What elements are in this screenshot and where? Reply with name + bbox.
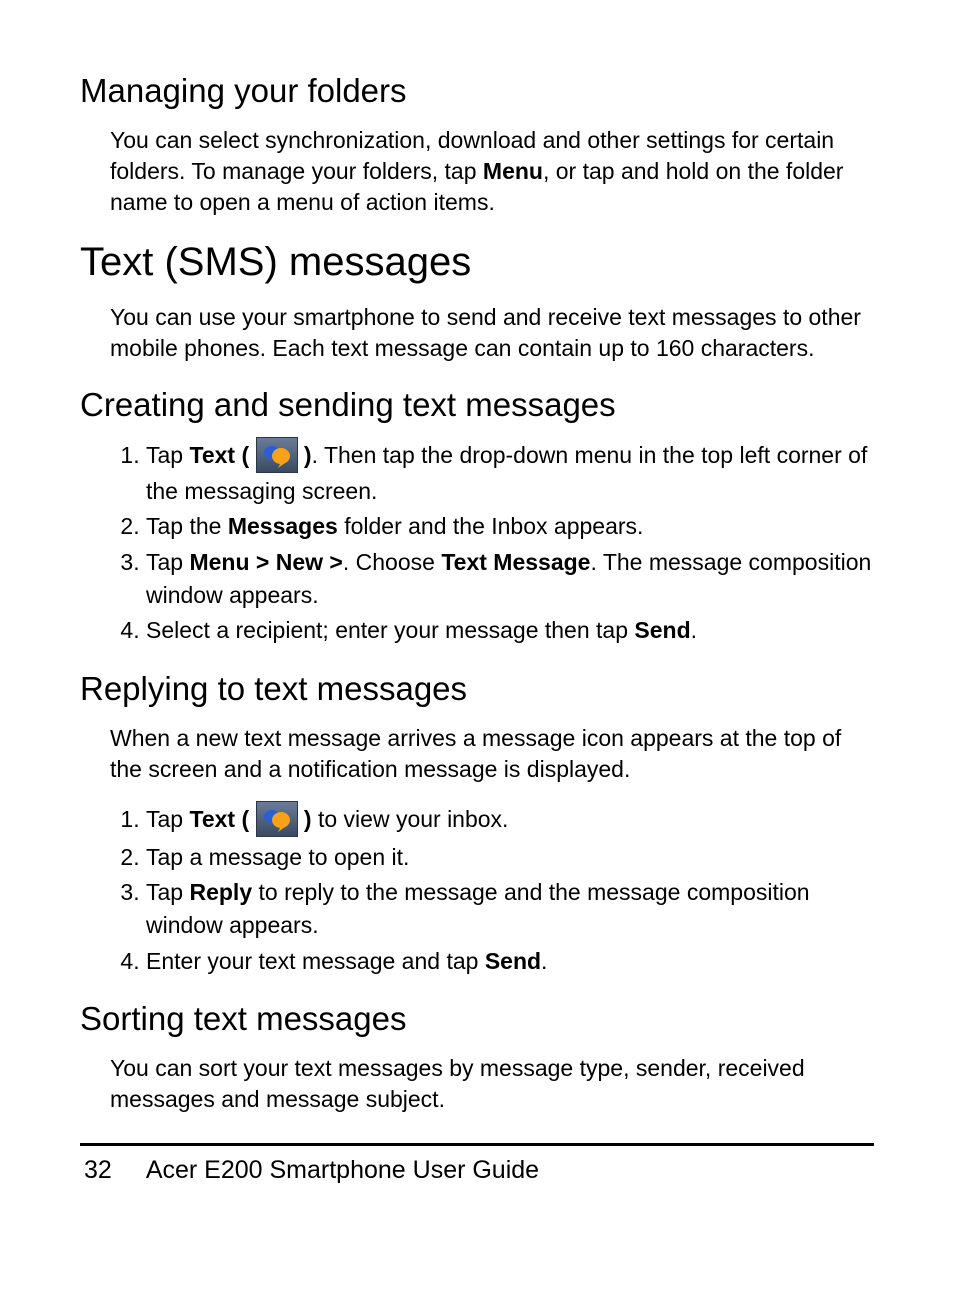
list-item: Tap Reply to reply to the message and th… (146, 876, 874, 943)
text: to view your inbox. (312, 806, 509, 832)
page-number: 32 (84, 1156, 112, 1184)
para-replying-intro: When a new text message arrives a messag… (110, 723, 874, 785)
para-sorting: You can sort your text messages by messa… (110, 1053, 874, 1115)
bold-text: Text ( (189, 806, 255, 832)
bold-messages: Messages (228, 513, 338, 539)
heading-creating-sending: Creating and sending text messages (80, 384, 874, 427)
text: folder and the Inbox appears. (338, 513, 644, 539)
text: . (541, 948, 547, 974)
page-footer: 32 Acer E200 Smartphone User Guide (80, 1154, 874, 1187)
para-managing-folders: You can select synchronization, download… (110, 125, 874, 218)
text: Select a recipient; enter your message t… (146, 617, 634, 643)
text: Tap (146, 442, 189, 468)
list-item: Tap Menu > New >. Choose Text Message. T… (146, 546, 874, 613)
text-app-icon (256, 437, 298, 473)
list-item: Select a recipient; enter your message t… (146, 614, 874, 647)
bold-text: Text ( (189, 442, 255, 468)
text: Tap (146, 879, 189, 905)
text: . (691, 617, 697, 643)
bold-send: Send (485, 948, 541, 974)
heading-replying: Replying to text messages (80, 668, 874, 711)
heading-sms-messages: Text (SMS) messages (80, 236, 874, 288)
list-item: Tap Text ( ) to view your inbox. (146, 803, 874, 839)
footer-divider (80, 1143, 874, 1146)
footer-title: Acer E200 Smartphone User Guide (146, 1156, 539, 1184)
text: Tap the (146, 513, 228, 539)
para-sms-intro: You can use your smartphone to send and … (110, 302, 874, 364)
bold-send: Send (634, 617, 690, 643)
bold-text: ) (298, 806, 312, 832)
list-item: Enter your text message and tap Send. (146, 945, 874, 978)
bold-menu: Menu (483, 158, 543, 184)
text-app-icon (256, 801, 298, 837)
text: Tap (146, 806, 189, 832)
heading-managing-folders: Managing your folders (80, 70, 874, 113)
list-item: Tap the Messages folder and the Inbox ap… (146, 510, 874, 543)
list-item: Tap Text ( ). Then tap the drop-down men… (146, 439, 874, 508)
bold-menu-new: Menu > New > (189, 549, 342, 575)
text: Enter your text message and tap (146, 948, 485, 974)
text: Tap (146, 549, 189, 575)
bold-text-message: Text Message (441, 549, 590, 575)
bold-reply: Reply (189, 879, 252, 905)
steps-creating: Tap Text ( ). Then tap the drop-down men… (110, 439, 874, 648)
text: . Choose (343, 549, 441, 575)
steps-replying: Tap Text ( ) to view your inbox. Tap a m… (110, 803, 874, 978)
list-item: Tap a message to open it. (146, 841, 874, 874)
heading-sorting: Sorting text messages (80, 998, 874, 1041)
bold-text: ) (298, 442, 312, 468)
